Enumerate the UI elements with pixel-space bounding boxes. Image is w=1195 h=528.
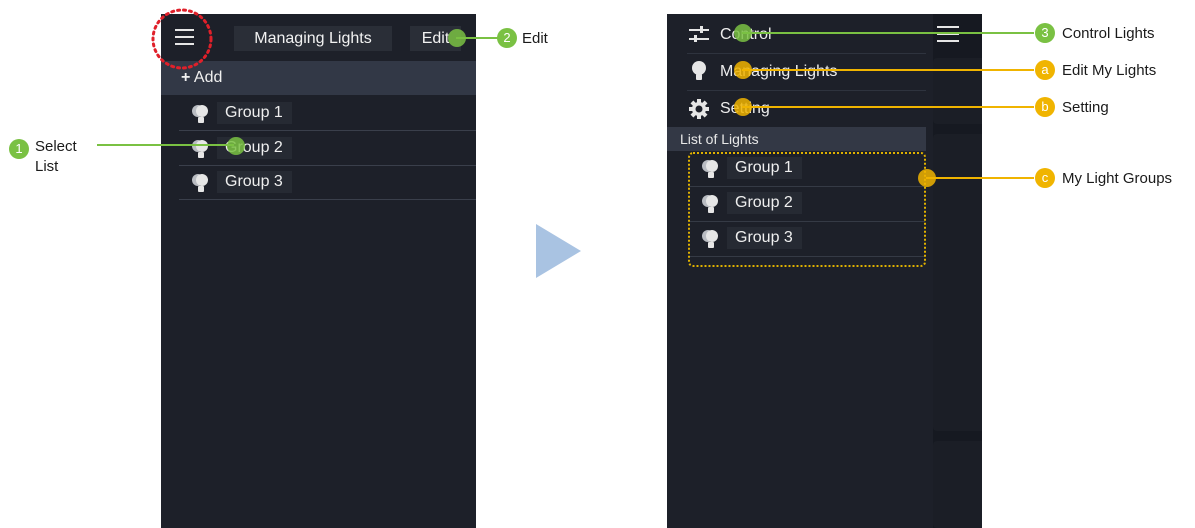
left-phone-screen: Managing Lights Edit + Add Group 1 Group… bbox=[161, 14, 476, 528]
my-light-groups-highlight bbox=[688, 152, 926, 267]
callout-badge-a: a bbox=[1035, 60, 1055, 80]
callout-badge-c: c bbox=[1035, 168, 1055, 188]
gear-icon bbox=[689, 99, 709, 119]
menu-icon[interactable] bbox=[937, 26, 959, 42]
add-label: Add bbox=[193, 69, 223, 86]
transition-arrow-icon bbox=[536, 224, 581, 278]
group-list-item[interactable]: Group 1 bbox=[179, 96, 476, 131]
callout-text-a: Edit My Lights bbox=[1062, 62, 1157, 79]
callout-badge-2: 2 bbox=[497, 28, 517, 48]
group-list-item[interactable]: Group 2 bbox=[179, 131, 476, 166]
list-of-lights-header: List of Lights bbox=[667, 127, 926, 151]
callout-dot bbox=[227, 137, 245, 155]
callout-text-c: My Light Groups bbox=[1062, 170, 1173, 187]
callout-dot bbox=[734, 24, 752, 42]
callout-dot bbox=[448, 29, 466, 47]
page-title: Managing Lights bbox=[234, 26, 392, 51]
group-list-item[interactable]: Group 3 bbox=[179, 165, 476, 200]
group-label: Group 3 bbox=[217, 171, 292, 193]
callout-badge-b: b bbox=[1035, 97, 1055, 117]
callout-text-1a: Select bbox=[35, 138, 77, 155]
nav-item-managing-lights[interactable]: Managing Lights bbox=[687, 54, 926, 91]
content-card bbox=[933, 441, 982, 528]
callout-text-3: Control Lights bbox=[1062, 25, 1155, 42]
nav-item-control[interactable]: Control bbox=[687, 17, 926, 54]
right-phone-screen: Control Managing Lights Setting List of … bbox=[667, 14, 982, 528]
bulb-icon bbox=[192, 105, 208, 123]
callout-dot bbox=[734, 98, 752, 116]
content-card bbox=[933, 58, 982, 124]
callout-dot bbox=[918, 169, 936, 187]
menu-highlight-circle bbox=[151, 8, 213, 70]
plus-icon: + bbox=[181, 69, 191, 86]
callout-line bbox=[742, 106, 1034, 108]
callout-line bbox=[926, 177, 1034, 179]
callout-line bbox=[97, 144, 234, 146]
nav-item-setting[interactable]: Setting bbox=[687, 91, 926, 128]
group-label: Group 1 bbox=[217, 102, 292, 124]
sliders-icon bbox=[689, 26, 709, 42]
bulb-icon bbox=[192, 174, 208, 192]
bulb-icon bbox=[692, 61, 706, 80]
bulb-icon bbox=[192, 140, 208, 158]
callout-line bbox=[742, 69, 1034, 71]
callout-line bbox=[742, 32, 1034, 34]
callout-text-1b: List bbox=[35, 158, 59, 175]
callout-badge-3: 3 bbox=[1035, 23, 1055, 43]
callout-badge-1: 1 bbox=[9, 139, 29, 159]
callout-text-2: Edit bbox=[522, 30, 548, 47]
callout-text-b: Setting bbox=[1062, 99, 1109, 116]
callout-dot bbox=[734, 61, 752, 79]
